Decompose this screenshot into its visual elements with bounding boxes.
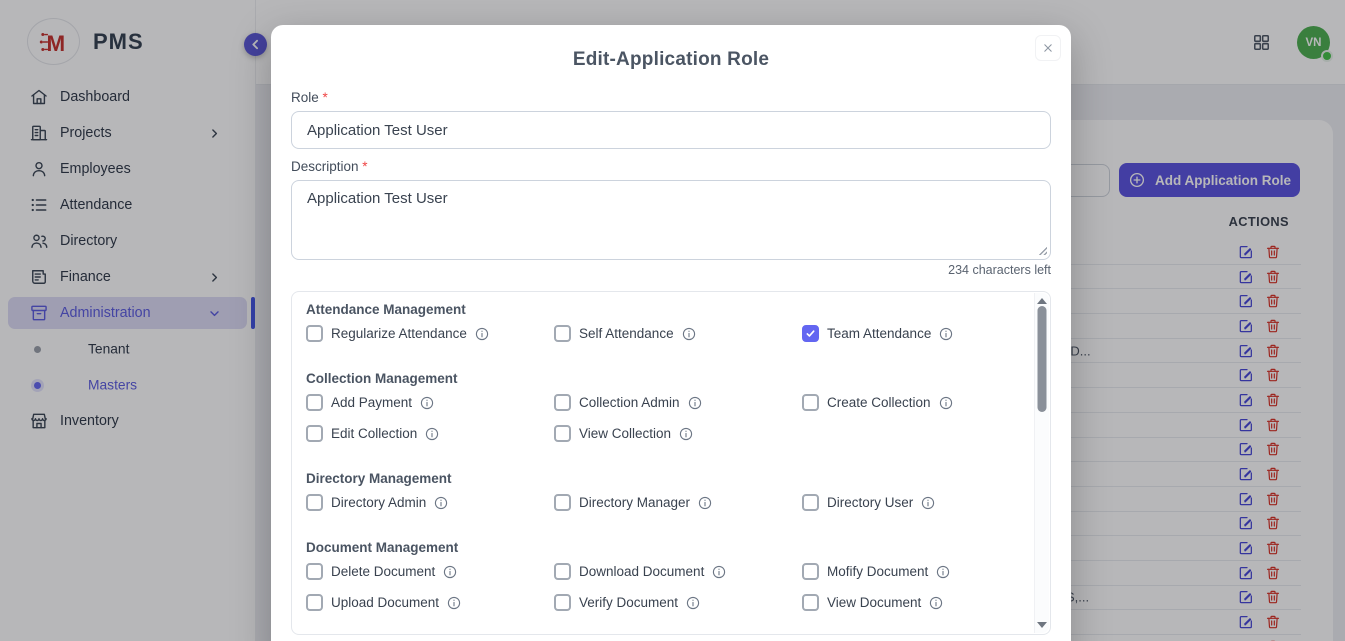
permission-grid: Delete Document Download Document Mofify D… xyxy=(306,556,1016,618)
description-textarea[interactable]: Application Test User xyxy=(291,180,1051,260)
permission-item[interactable]: Directory Manager xyxy=(554,494,802,511)
role-input[interactable] xyxy=(291,111,1051,149)
permission-label: View Document xyxy=(827,595,921,610)
checkbox-checked[interactable] xyxy=(802,325,819,342)
info-icon[interactable] xyxy=(682,327,696,341)
close-button[interactable] xyxy=(1035,35,1061,61)
permission-item[interactable]: Verify Document xyxy=(554,594,802,611)
info-icon[interactable] xyxy=(443,565,457,579)
permission-label: Team Attendance xyxy=(827,326,931,341)
info-icon[interactable] xyxy=(939,396,953,410)
info-icon[interactable] xyxy=(679,427,693,441)
role-label: Role * xyxy=(291,90,1051,105)
info-icon[interactable] xyxy=(698,496,712,510)
info-icon[interactable] xyxy=(447,596,461,610)
info-icon[interactable] xyxy=(939,327,953,341)
info-icon[interactable] xyxy=(688,396,702,410)
permission-label: View Collection xyxy=(579,426,671,441)
permission-item[interactable]: Collection Admin xyxy=(554,394,802,411)
checkbox-unchecked[interactable] xyxy=(306,594,323,611)
permission-label: Directory User xyxy=(827,495,913,510)
checkbox-unchecked[interactable] xyxy=(306,494,323,511)
edit-application-role-modal: Edit-Application Role Role * Description… xyxy=(271,25,1071,641)
permission-group-title: Collection Management xyxy=(306,369,1016,387)
description-label: Description * xyxy=(291,159,1051,174)
checkbox-unchecked[interactable] xyxy=(306,325,323,342)
permission-item[interactable]: Mofify Document xyxy=(802,563,1016,580)
info-icon[interactable] xyxy=(475,327,489,341)
permission-item[interactable]: Edit Collection xyxy=(306,425,554,442)
permission-item[interactable]: View Document xyxy=(802,594,1016,611)
permission-item[interactable]: Create Collection xyxy=(802,394,1016,411)
scrollbar[interactable] xyxy=(1034,293,1049,633)
checkbox-unchecked[interactable] xyxy=(802,494,819,511)
info-icon[interactable] xyxy=(434,496,448,510)
checkbox-unchecked[interactable] xyxy=(554,563,571,580)
scroll-up-arrow-icon[interactable] xyxy=(1037,298,1047,304)
permission-label: Directory Manager xyxy=(579,495,690,510)
info-icon[interactable] xyxy=(420,396,434,410)
checkbox-unchecked[interactable] xyxy=(802,563,819,580)
permission-item[interactable]: Add Payment xyxy=(306,394,554,411)
permission-item[interactable]: View Collection xyxy=(554,425,802,442)
permission-grid: Regularize Attendance Self Attendance Team… xyxy=(306,318,1016,349)
characters-left: 234 characters left xyxy=(291,263,1051,277)
info-icon[interactable] xyxy=(929,596,943,610)
permission-group-title: Attendance Management xyxy=(306,300,1016,318)
permission-label: Download Document xyxy=(579,564,704,579)
permission-label: Delete Document xyxy=(331,564,435,579)
close-icon xyxy=(1041,41,1055,55)
permission-label: Mofify Document xyxy=(827,564,928,579)
permission-item[interactable]: Team Attendance xyxy=(802,325,1016,342)
modal-title: Edit-Application Role xyxy=(291,25,1051,69)
permission-item[interactable]: Upload Document xyxy=(306,594,554,611)
permission-group-title: Document Management xyxy=(306,538,1016,556)
scrollbar-thumb[interactable] xyxy=(1038,306,1047,412)
permissions-panel: Attendance ManagementRegularize Attendan… xyxy=(291,291,1051,635)
scroll-down-arrow-icon[interactable] xyxy=(1037,622,1047,628)
permission-item[interactable]: Directory User xyxy=(802,494,1016,511)
info-icon[interactable] xyxy=(712,565,726,579)
checkbox-unchecked[interactable] xyxy=(802,394,819,411)
permission-label: Self Attendance xyxy=(579,326,674,341)
checkbox-unchecked[interactable] xyxy=(554,425,571,442)
required-marker: * xyxy=(323,90,328,105)
permission-label: Edit Collection xyxy=(331,426,417,441)
permission-item[interactable]: Regularize Attendance xyxy=(306,325,554,342)
permission-item[interactable]: Self Attendance xyxy=(554,325,802,342)
permission-label: Add Payment xyxy=(331,395,412,410)
checkbox-unchecked[interactable] xyxy=(554,325,571,342)
checkbox-unchecked[interactable] xyxy=(554,494,571,511)
permission-label: Verify Document xyxy=(579,595,678,610)
permission-label: Upload Document xyxy=(331,595,439,610)
permission-item[interactable]: Directory Admin xyxy=(306,494,554,511)
permission-item[interactable]: Download Document xyxy=(554,563,802,580)
required-marker: * xyxy=(362,159,367,174)
checkbox-unchecked[interactable] xyxy=(306,563,323,580)
checkbox-unchecked[interactable] xyxy=(554,394,571,411)
checkbox-unchecked[interactable] xyxy=(802,594,819,611)
checkbox-unchecked[interactable] xyxy=(306,425,323,442)
permission-label: Create Collection xyxy=(827,395,931,410)
permission-grid: Directory Admin Directory Manager Director… xyxy=(306,487,1016,518)
permission-group-title: Directory Management xyxy=(306,469,1016,487)
permission-label: Regularize Attendance xyxy=(331,326,467,341)
info-icon[interactable] xyxy=(921,496,935,510)
info-icon[interactable] xyxy=(686,596,700,610)
checkbox-unchecked[interactable] xyxy=(306,394,323,411)
permission-grid: Add Payment Collection Admin Create Collec… xyxy=(306,387,1016,449)
permission-item[interactable]: Delete Document xyxy=(306,563,554,580)
permission-label: Directory Admin xyxy=(331,495,426,510)
info-icon[interactable] xyxy=(936,565,950,579)
permission-label: Collection Admin xyxy=(579,395,680,410)
info-icon[interactable] xyxy=(425,427,439,441)
checkbox-unchecked[interactable] xyxy=(554,594,571,611)
